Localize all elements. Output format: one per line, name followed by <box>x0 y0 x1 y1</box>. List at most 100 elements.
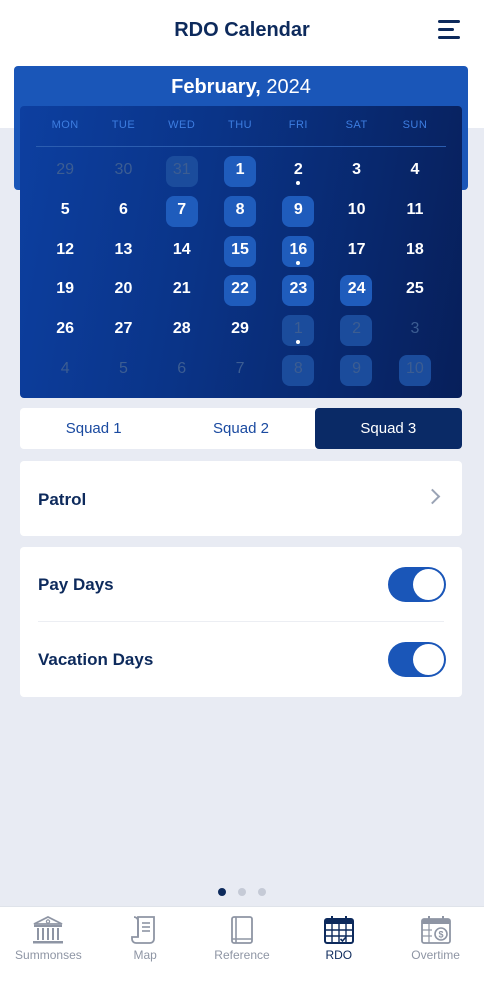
calendar-day[interactable]: 24 <box>327 271 385 311</box>
calendar-day[interactable]: 26 <box>36 311 94 351</box>
calendar-day[interactable]: 7 <box>211 351 269 391</box>
day-number: 6 <box>177 359 187 377</box>
page-dot[interactable] <box>218 888 226 896</box>
weekday-label: THU <box>227 119 253 131</box>
vacation-days-toggle[interactable] <box>388 642 446 677</box>
calendar-day[interactable]: 20 <box>94 271 152 311</box>
page-indicator <box>0 888 484 896</box>
chevron-right-icon <box>424 488 441 505</box>
day-number: 17 <box>347 240 366 258</box>
page-dot[interactable] <box>238 888 246 896</box>
calendar-day[interactable]: 18 <box>386 232 444 272</box>
calendar-day[interactable]: 9 <box>327 351 385 391</box>
calendar-day[interactable]: 29 <box>211 311 269 351</box>
menu-icon <box>438 20 460 23</box>
nav-bar: RDO Calendar <box>0 0 484 64</box>
calendar-day[interactable]: 31 <box>153 152 211 192</box>
toggle-row-vacation-days: Vacation Days <box>20 622 462 697</box>
day-number: 10 <box>347 200 366 218</box>
calendar-day[interactable]: 29 <box>36 152 94 192</box>
calendar-day[interactable]: 13 <box>94 232 152 272</box>
svg-text:$: $ <box>438 930 443 940</box>
tab-rdo[interactable]: RDO <box>290 907 387 981</box>
calendar-day[interactable]: 1 <box>269 311 327 351</box>
calendar-day[interactable]: 11 <box>386 192 444 232</box>
day-number: 25 <box>406 280 424 298</box>
calendar-week: 29 30 31 1 2 3 4 <box>36 152 446 192</box>
calendar-day[interactable]: 7 <box>153 192 211 232</box>
calendar-day[interactable]: 3 <box>386 311 444 351</box>
calendar-day[interactable]: 8 <box>269 351 327 391</box>
day-number: 14 <box>172 240 191 258</box>
tab-label: Reference <box>214 948 270 962</box>
calendar-day[interactable]: 21 <box>153 271 211 311</box>
calendar-week: 26 27 28 29 1 2 3 <box>36 311 446 351</box>
calendar-day[interactable]: 6 <box>94 192 152 232</box>
day-number: 1 <box>235 161 245 178</box>
day-number: 9 <box>293 200 303 218</box>
event-dot <box>296 260 301 265</box>
calendar-day[interactable]: 4 <box>386 152 444 192</box>
tab-map[interactable]: Map <box>97 907 194 981</box>
calendar-day[interactable]: 27 <box>94 311 152 351</box>
calendar-day[interactable]: 12 <box>36 232 94 272</box>
calendar-day[interactable]: 22 <box>211 271 269 311</box>
calendar-grid: MON TUE WED THU FRI SAT SUN 29 30 31 1 2 3 4 5 6 7 8 9 10 1… <box>20 106 462 398</box>
tab-squad-3[interactable]: Squad 3 <box>314 408 462 449</box>
calendar-day[interactable]: 17 <box>327 232 385 272</box>
calendar-days: 29 30 31 1 2 3 4 5 6 7 8 9 10 11 12 13 14 15 16 17 18 19 20 21 2… <box>36 152 446 391</box>
calendar-day[interactable]: 30 <box>94 152 152 192</box>
day-number: 8 <box>293 359 303 377</box>
calendar-day[interactable]: 16 <box>269 232 327 272</box>
menu-button[interactable] <box>438 20 462 40</box>
calendar-day[interactable]: 10 <box>386 351 444 391</box>
tab-overtime[interactable]: $ Overtime <box>387 907 484 981</box>
toggle-knob <box>413 569 444 600</box>
calendar-day[interactable]: 3 <box>327 152 385 192</box>
toggle-knob <box>413 644 444 675</box>
calendar-day[interactable]: 6 <box>153 351 211 391</box>
tab-squad-2[interactable]: Squad 2 <box>167 408 314 449</box>
weekday-header: MON TUE WED THU FRI SAT SUN <box>36 119 446 135</box>
calendar-day[interactable]: 15 <box>211 232 269 272</box>
calendar-day[interactable]: 28 <box>153 311 211 351</box>
day-number: 4 <box>410 161 420 178</box>
day-number: 7 <box>177 200 187 218</box>
day-number: 29 <box>231 320 249 338</box>
calendar-day[interactable]: 14 <box>153 232 211 272</box>
calendar-day[interactable]: 5 <box>36 192 94 232</box>
page-dot[interactable] <box>258 888 266 896</box>
tab-label: Map <box>133 948 157 962</box>
weekday-label: SUN <box>402 119 428 131</box>
day-number: 9 <box>352 359 362 377</box>
tab-summonses[interactable]: Summonses <box>0 907 97 981</box>
day-number: 3 <box>410 320 420 338</box>
day-number: 24 <box>347 280 366 298</box>
calendar-day[interactable]: 8 <box>211 192 269 232</box>
calendar-week: 5 6 7 8 9 10 11 <box>36 192 446 232</box>
day-number: 30 <box>114 161 133 178</box>
calendar-week: 12 13 14 15 16 17 18 <box>36 232 446 272</box>
calendar-day[interactable]: 2 <box>327 311 385 351</box>
day-number: 22 <box>231 280 249 298</box>
calendar-day[interactable]: 9 <box>269 192 327 232</box>
patrol-row[interactable]: Patrol <box>20 461 462 536</box>
calendar-day[interactable]: 4 <box>36 351 94 391</box>
calendar-day[interactable]: 10 <box>327 192 385 232</box>
calendar-day[interactable]: 25 <box>386 271 444 311</box>
weekday-label: WED <box>168 119 196 131</box>
calendar-day[interactable]: 5 <box>94 351 152 391</box>
toggle-row-pay-days: Pay Days <box>20 547 462 622</box>
tab-reference[interactable]: Reference <box>194 907 291 981</box>
patrol-label: Patrol <box>38 490 87 509</box>
day-number: 12 <box>56 240 75 258</box>
calendar-day[interactable]: 23 <box>269 271 327 311</box>
day-number: 1 <box>293 320 303 338</box>
day-number: 18 <box>406 240 424 258</box>
calendar-day[interactable]: 19 <box>36 271 94 311</box>
day-number: 2 <box>293 161 303 178</box>
calendar-day[interactable]: 1 <box>211 152 269 192</box>
calendar-day[interactable]: 2 <box>269 152 327 192</box>
tab-squad-1[interactable]: Squad 1 <box>20 408 167 449</box>
pay-days-toggle[interactable] <box>388 567 446 602</box>
